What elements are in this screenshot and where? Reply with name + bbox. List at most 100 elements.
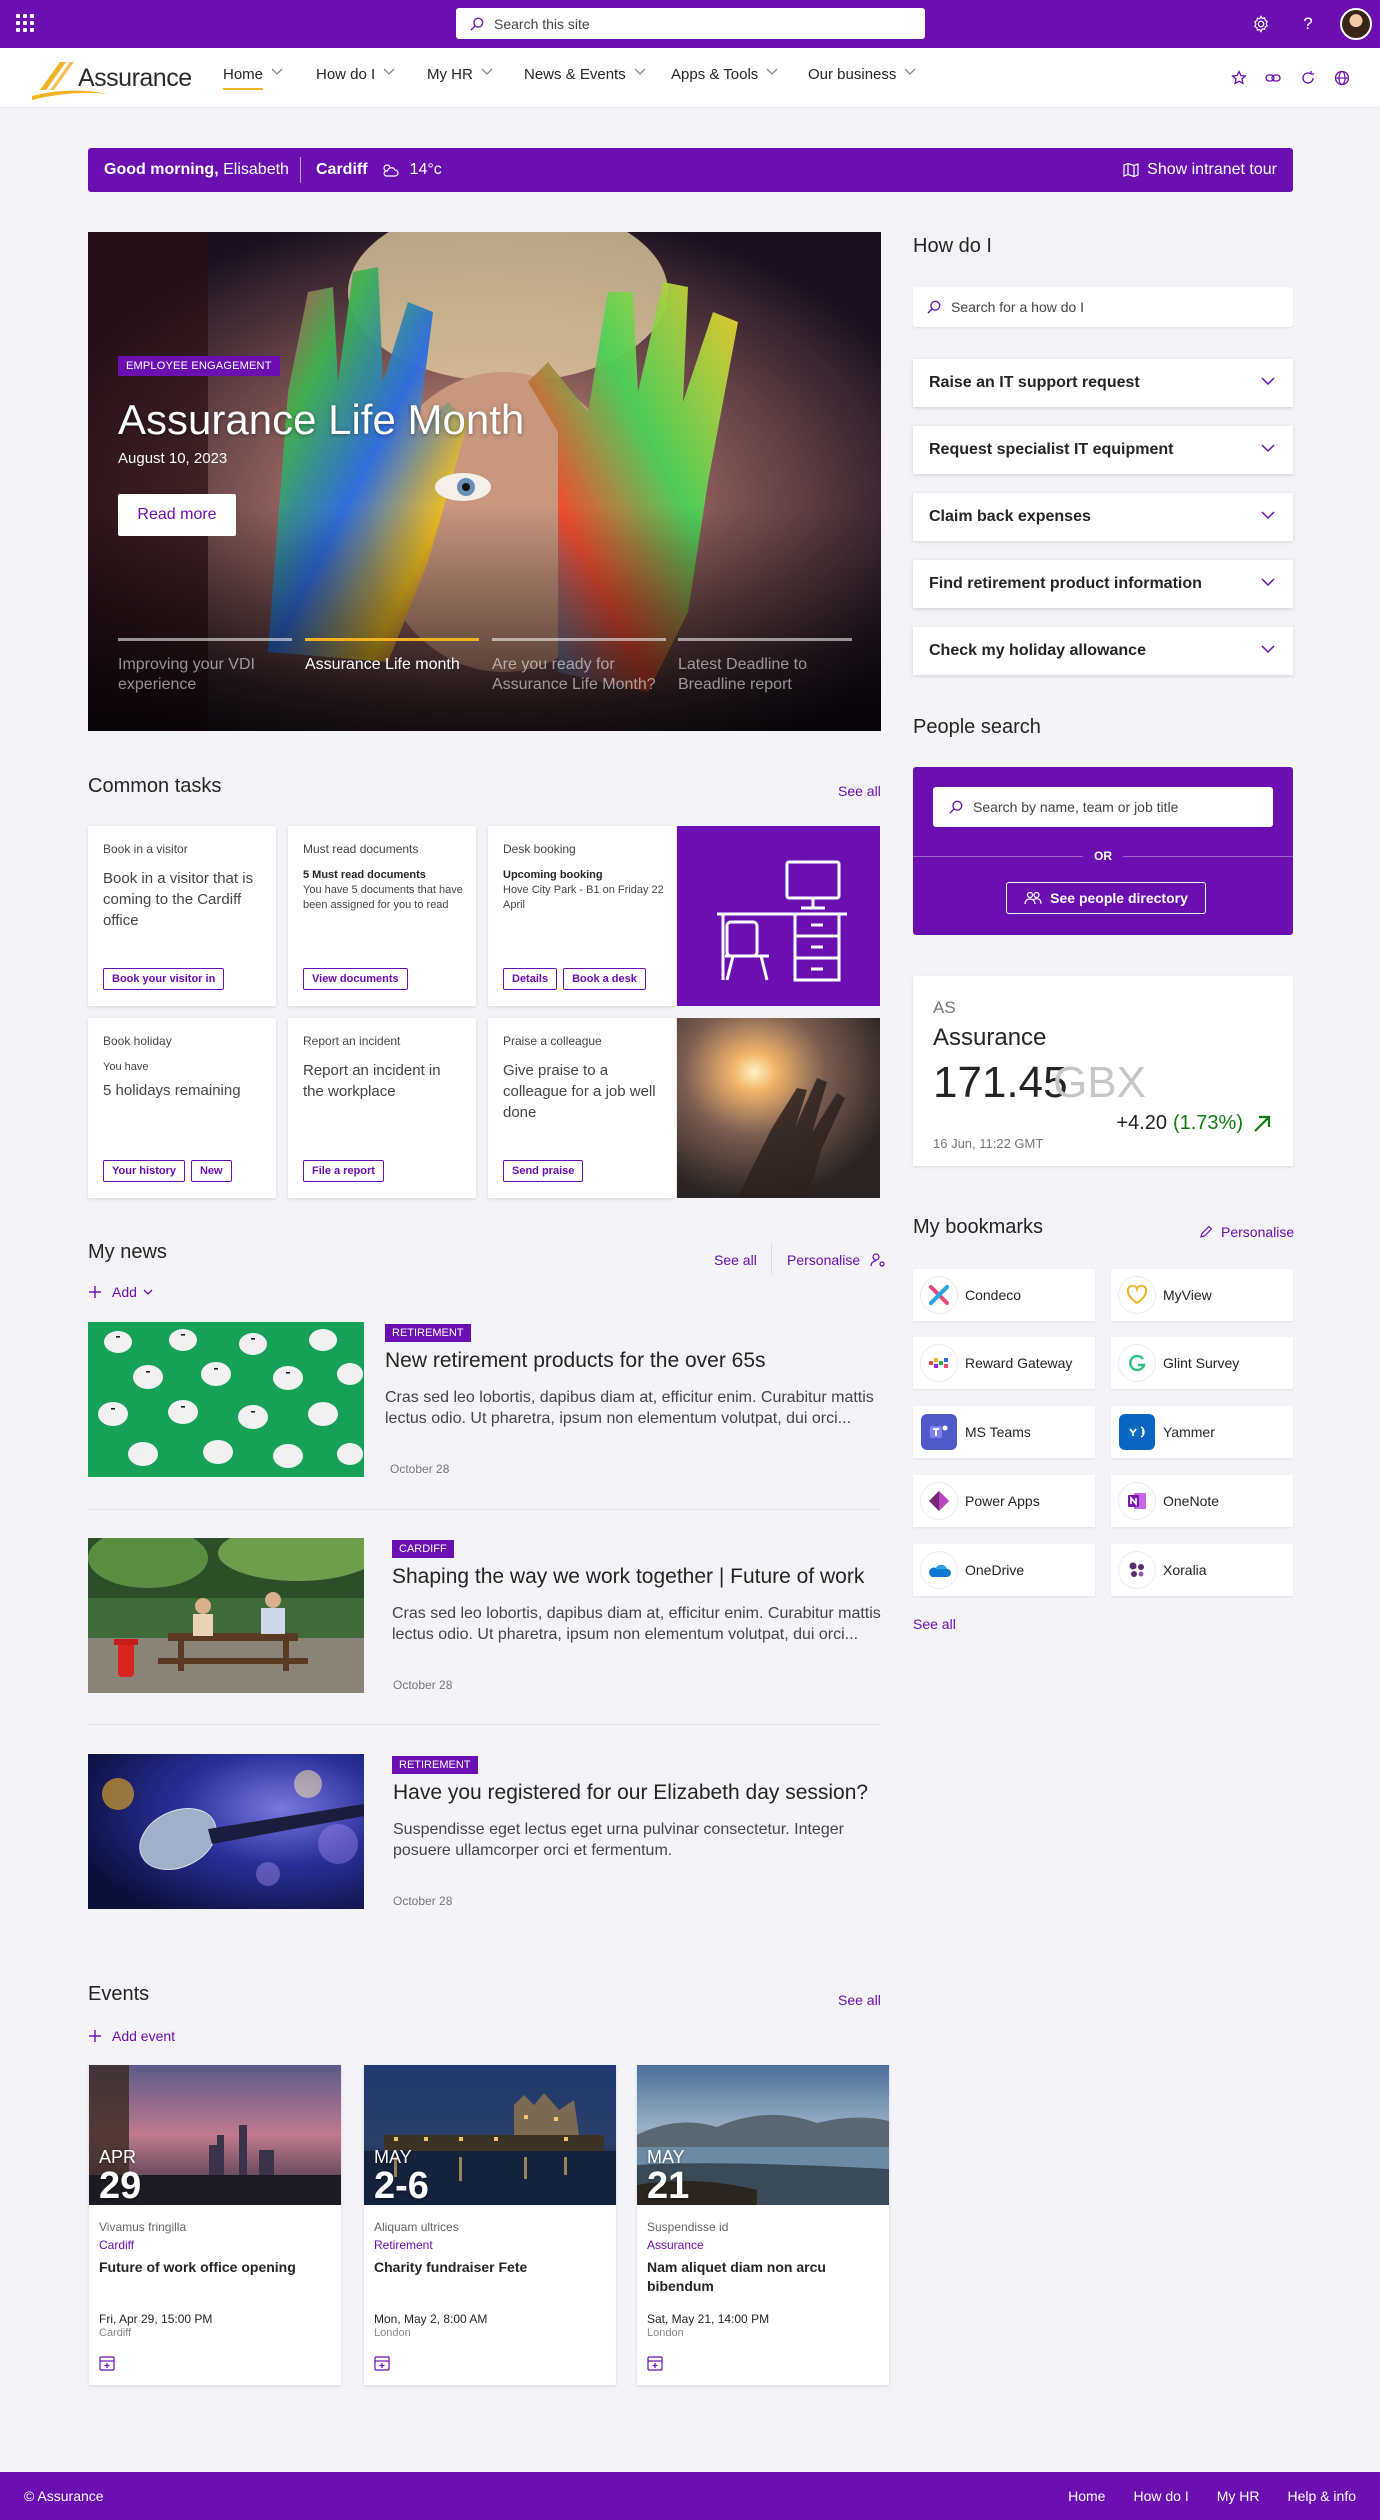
settings-gear-icon[interactable] <box>1249 12 1273 36</box>
bookmark-ms-teams[interactable]: MS Teams <box>913 1406 1095 1458</box>
news-divider <box>88 1509 881 1510</box>
refresh-icon[interactable] <box>1298 68 1318 88</box>
chevron-down-icon <box>1261 377 1275 386</box>
app-launcher-icon[interactable] <box>16 14 34 32</box>
nav-item-label: News & Events <box>524 66 626 83</box>
weather-city: Cardiff <box>316 161 368 178</box>
news-title[interactable]: Have you registered for our Elizabeth da… <box>393 1781 868 1805</box>
book-visitor-button[interactable]: Book your visitor in <box>103 968 225 990</box>
footer-link-home[interactable]: Home <box>1068 2488 1105 2504</box>
bookmark-onedrive[interactable]: OneDrive <box>913 1544 1095 1596</box>
events-see-all-link[interactable]: See all <box>838 1992 881 2008</box>
file-report-button[interactable]: File a report <box>303 1160 384 1182</box>
show-intranet-tour-button[interactable]: Show intranet tour <box>1123 161 1277 179</box>
nav-item-how-do-i[interactable]: How do I <box>316 66 395 96</box>
send-praise-button[interactable]: Send praise <box>503 1160 584 1182</box>
people-directory-button[interactable]: See people directory <box>1006 882 1206 914</box>
news-title[interactable]: Shaping the way we work together | Futur… <box>392 1565 864 1589</box>
bookmark-reward-gateway[interactable]: Reward Gateway <box>913 1337 1095 1389</box>
nav-item-news-events[interactable]: News & Events <box>524 66 646 96</box>
nav-item-label: Home <box>223 66 264 83</box>
add-event-button[interactable]: Add event <box>88 2028 175 2044</box>
footer-link-help-info[interactable]: Help & info <box>1288 2488 1356 2504</box>
holiday-history-button[interactable]: Your history <box>103 1160 185 1182</box>
common-tasks-see-all-link[interactable]: See all <box>838 783 881 799</box>
globe-icon[interactable] <box>1332 68 1352 88</box>
news-see-all-link[interactable]: See all <box>714 1252 757 1268</box>
how-do-i-search-input[interactable]: Search for a how do I <box>913 287 1293 327</box>
chevron-down-icon <box>1261 444 1275 453</box>
chevron-down-icon <box>383 68 395 75</box>
help-icon[interactable]: ? <box>1296 12 1320 36</box>
accordion-expenses[interactable]: Claim back expenses <box>913 493 1293 541</box>
task-caption: Report an incident <box>303 1034 401 1048</box>
hero-tab-2[interactable]: Assurance Life month <box>305 638 479 675</box>
news-summary: Cras sed leo lobortis, dapibus diam at, … <box>392 1605 881 1643</box>
event-card[interactable]: APR 29 Vivamus fringilla Cardiff Future … <box>89 2065 341 2385</box>
event-card[interactable]: MAY 21 Suspendisse id Assurance Nam aliq… <box>637 2065 889 2385</box>
bookmark-glint-survey[interactable]: Glint Survey <box>1111 1337 1293 1389</box>
task-caption: Desk booking <box>503 842 576 856</box>
news-add-button[interactable]: Add <box>88 1284 153 1300</box>
link-icon[interactable] <box>1263 68 1283 88</box>
event-card[interactable]: MAY 2-6 Aliquam ultrices Retirement Char… <box>364 2065 616 2385</box>
favourite-star-icon[interactable] <box>1229 68 1249 88</box>
footer-link-my-hr[interactable]: My HR <box>1217 2488 1260 2504</box>
desk-icon <box>717 860 847 982</box>
bookmark-yammer[interactable]: Yammer <box>1111 1406 1293 1458</box>
bookmarks-see-all-link[interactable]: See all <box>913 1616 956 1632</box>
people-search-input[interactable]: Search by name, team or job title <box>933 787 1273 827</box>
nav-item-apps-tools[interactable]: Apps & Tools <box>671 66 778 96</box>
nav-item-my-hr[interactable]: My HR <box>427 66 493 96</box>
accordion-retirement[interactable]: Find retirement product information <box>913 560 1293 608</box>
bookmark-power-apps[interactable]: Power Apps <box>913 1475 1095 1527</box>
glint-icon <box>1119 1345 1155 1381</box>
hero-carousel[interactable]: Employee engagement Assurance Life Month… <box>88 232 881 731</box>
hero-title[interactable]: Assurance Life Month <box>118 396 524 444</box>
new-holiday-button[interactable]: New <box>190 1160 232 1182</box>
nav-item-label: Our business <box>808 66 897 83</box>
bookmark-onenote[interactable]: OneNote <box>1111 1475 1293 1527</box>
add-to-calendar-icon[interactable] <box>99 2355 115 2371</box>
nav-item-home[interactable]: Home <box>223 66 283 96</box>
bookmark-condeco[interactable]: Condeco <box>913 1269 1095 1321</box>
piggy-banks-image <box>88 1322 364 1477</box>
hero-tab-4[interactable]: Latest Deadline to Breadline report <box>678 638 852 695</box>
view-documents-button[interactable]: View documents <box>303 968 408 990</box>
bookmark-label: OneDrive <box>965 1562 1025 1578</box>
booking-details-button[interactable]: Details <box>503 968 558 990</box>
stock-price: 171.45 <box>933 1058 1068 1107</box>
people-search-title: People search <box>913 716 1041 738</box>
personalise-label: Personalise <box>787 1252 861 1268</box>
nav-item-our-business[interactable]: Our business <box>808 66 916 96</box>
bookmark-myview[interactable]: MyView <box>1111 1269 1293 1321</box>
event-time: Mon, May 2, 8:00 AM <box>374 2312 488 2326</box>
hero-tab-3[interactable]: Are you ready for Assurance Life Month? <box>492 638 666 695</box>
site-search-input[interactable]: Search this site <box>456 8 925 39</box>
news-title[interactable]: New retirement products for the over 65s <box>385 1349 766 1373</box>
people-search-placeholder: Search by name, team or job title <box>973 799 1179 815</box>
news-image-piggy-banks[interactable] <box>88 1322 364 1477</box>
bookmark-xoralia[interactable]: Xoralia <box>1111 1544 1293 1596</box>
hero-tab-label: Are you ready for Assurance Life Month? <box>492 656 656 693</box>
news-image-meeting[interactable] <box>88 1538 364 1693</box>
news-image-microphone[interactable] <box>88 1754 364 1909</box>
add-to-calendar-icon[interactable] <box>647 2355 663 2371</box>
accordion-it-support[interactable]: Raise an IT support request <box>913 359 1293 407</box>
event-title: Future of work office opening <box>99 2259 296 2275</box>
add-to-calendar-icon[interactable] <box>374 2355 390 2371</box>
bookmark-label: MyView <box>1163 1287 1212 1303</box>
accordion-it-equipment[interactable]: Request specialist IT equipment <box>913 426 1293 474</box>
bookmarks-personalise-link[interactable]: Personalise <box>1199 1224 1294 1240</box>
book-desk-button[interactable]: Book a desk <box>563 968 646 990</box>
accordion-holiday[interactable]: Check my holiday allowance <box>913 627 1293 675</box>
greeting-name: Elisabeth <box>223 161 289 178</box>
read-more-button[interactable]: Read more <box>118 494 236 536</box>
hero-tab-1[interactable]: Improving your VDI experience <box>118 638 292 695</box>
footer-link-how-do-i[interactable]: How do I <box>1133 2488 1188 2504</box>
chevron-down-icon <box>481 68 493 75</box>
site-logo[interactable]: Assurance <box>30 56 200 102</box>
news-personalise-link[interactable]: Personalise <box>787 1252 886 1268</box>
avatar[interactable] <box>1340 8 1372 40</box>
event-category: Aliquam ultrices <box>374 2220 459 2234</box>
